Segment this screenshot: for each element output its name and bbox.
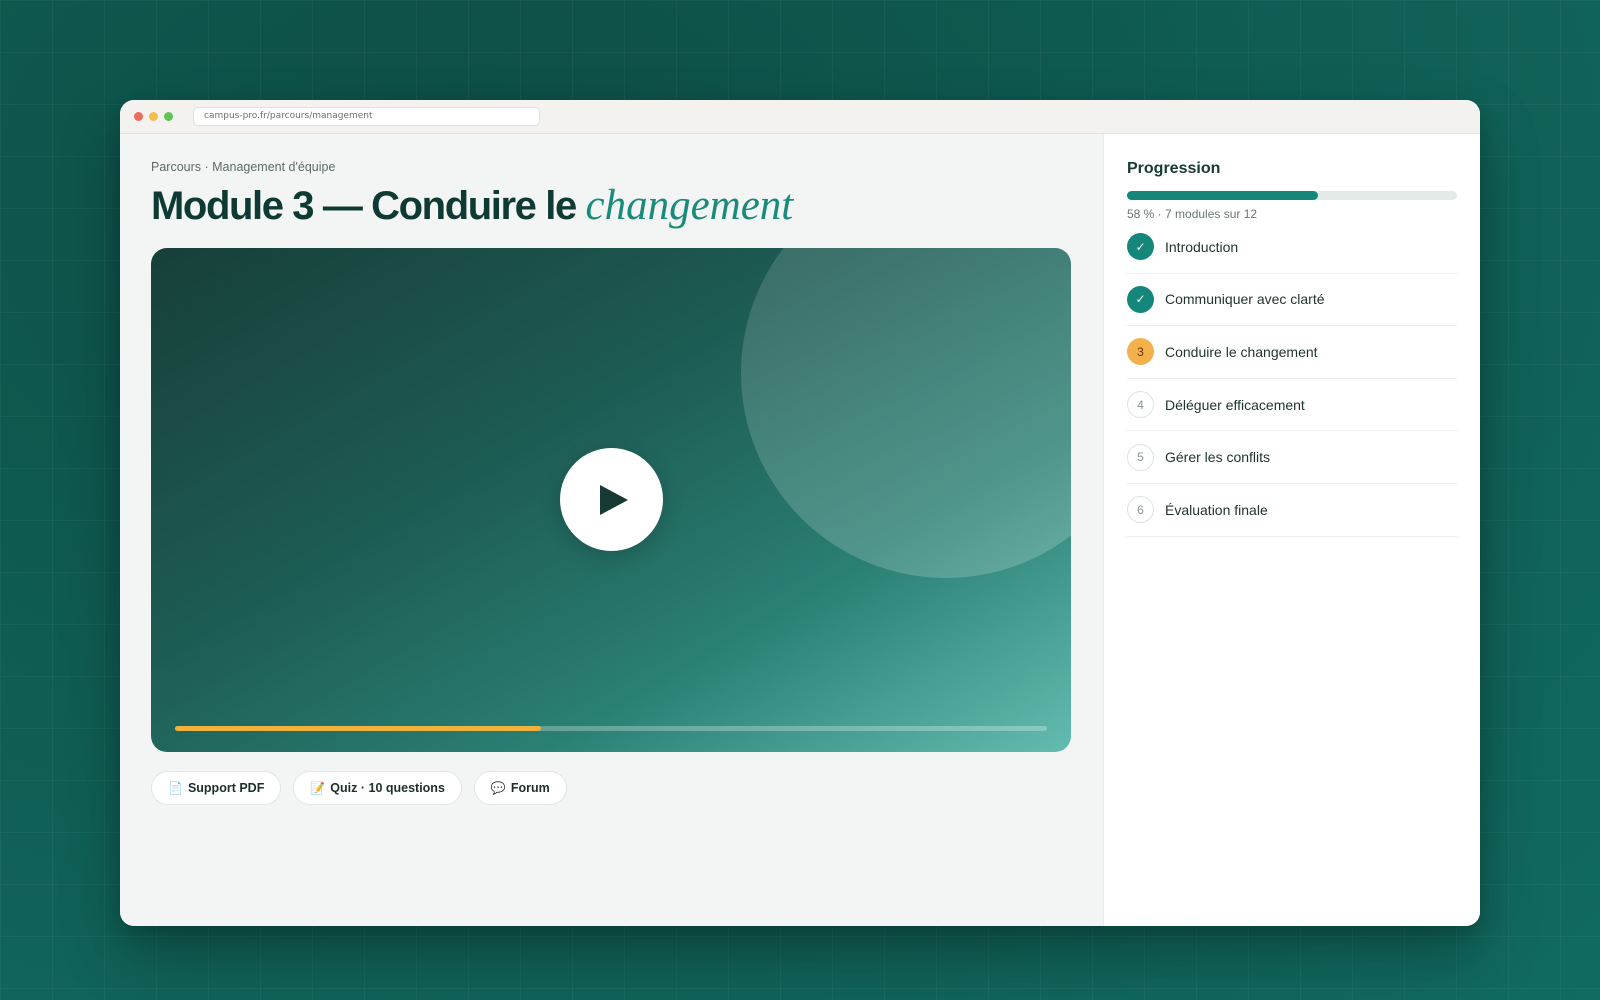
close-window-dot[interactable] <box>134 112 143 121</box>
module-label: Gérer les conflits <box>1165 449 1271 466</box>
module-item-introduction[interactable]: ✓ Introduction <box>1127 221 1457 274</box>
quiz-label: Quiz · 10 questions <box>330 781 445 795</box>
module-number-badge: 6 <box>1127 496 1154 524</box>
progression-title: Progression <box>1127 160 1221 177</box>
support-pdf-label: Support PDF <box>187 781 265 795</box>
forum-button[interactable]: 💬 Forum <box>473 771 567 805</box>
document-icon: 📄 <box>168 781 183 795</box>
module-label: Évaluation finale <box>1165 501 1268 518</box>
module-item-communiquer[interactable]: ✓ Communiquer avec clarté <box>1127 274 1457 327</box>
page-title-main: Module 3 — Conduire le <box>151 184 586 228</box>
minimize-window-dot[interactable] <box>149 112 158 121</box>
module-item-deleguer[interactable]: 4 Déléguer efficacement <box>1127 379 1457 432</box>
browser-window: campus-pro.fr/parcours/management Parcou… <box>120 100 1480 926</box>
module-number-badge: 4 <box>1127 391 1154 419</box>
memo-icon: 📝 <box>310 781 326 795</box>
browser-titlebar: campus-pro.fr/parcours/management <box>120 100 1480 134</box>
page-content: Parcours · Management d'équipe Module 3 … <box>120 134 1480 926</box>
progress-summary: 58 % · 7 modules sur 12 <box>1127 207 1258 221</box>
speech-bubble-icon: 💬 <box>490 781 506 795</box>
module-item-evaluation[interactable]: 6 Évaluation finale <box>1127 484 1457 537</box>
check-icon: ✓ <box>1127 285 1154 313</box>
lesson-main: Parcours · Management d'équipe Module 3 … <box>120 134 1103 926</box>
course-progress-fill <box>1127 191 1319 200</box>
support-pdf-button[interactable]: 📄 Support PDF <box>151 771 282 805</box>
address-bar[interactable]: campus-pro.fr/parcours/management <box>193 107 540 126</box>
module-item-conflits[interactable]: 5 Gérer les conflits <box>1127 431 1457 484</box>
module-label: Déléguer efficacement <box>1165 396 1305 413</box>
resource-links: 📄 Support PDF 📝 Quiz · 10 questions 💬 Fo… <box>151 771 1072 805</box>
module-label: Conduire le changement <box>1165 343 1318 360</box>
breadcrumb: Parcours · Management d'équipe <box>151 160 336 174</box>
play-button[interactable] <box>560 448 663 551</box>
video-decorative-circle <box>741 248 1071 578</box>
page-title-accent: changement <box>585 182 794 229</box>
play-icon <box>599 484 628 515</box>
maximize-window-dot[interactable] <box>164 112 173 121</box>
video-progress-bar[interactable] <box>175 726 1047 731</box>
quiz-button[interactable]: 📝 Quiz · 10 questions <box>293 771 462 805</box>
module-number-badge: 5 <box>1127 443 1154 471</box>
course-progress-bar <box>1127 191 1457 200</box>
module-label: Introduction <box>1165 238 1239 255</box>
module-list: ✓ Introduction ✓ Communiquer avec clarté… <box>1127 221 1457 537</box>
video-player[interactable] <box>151 248 1071 752</box>
module-number-badge: 3 <box>1127 338 1154 366</box>
module-label: Communiquer avec clarté <box>1165 291 1325 308</box>
forum-label: Forum <box>510 781 550 795</box>
module-item-conduire[interactable]: 3 Conduire le changement <box>1127 326 1457 379</box>
page-title: Module 3 — Conduire le changement <box>151 184 1072 232</box>
video-progress-fill <box>175 726 542 731</box>
progression-sidebar: Progression 58 % · 7 modules sur 12 ✓ In… <box>1103 134 1480 926</box>
check-icon: ✓ <box>1127 233 1154 261</box>
